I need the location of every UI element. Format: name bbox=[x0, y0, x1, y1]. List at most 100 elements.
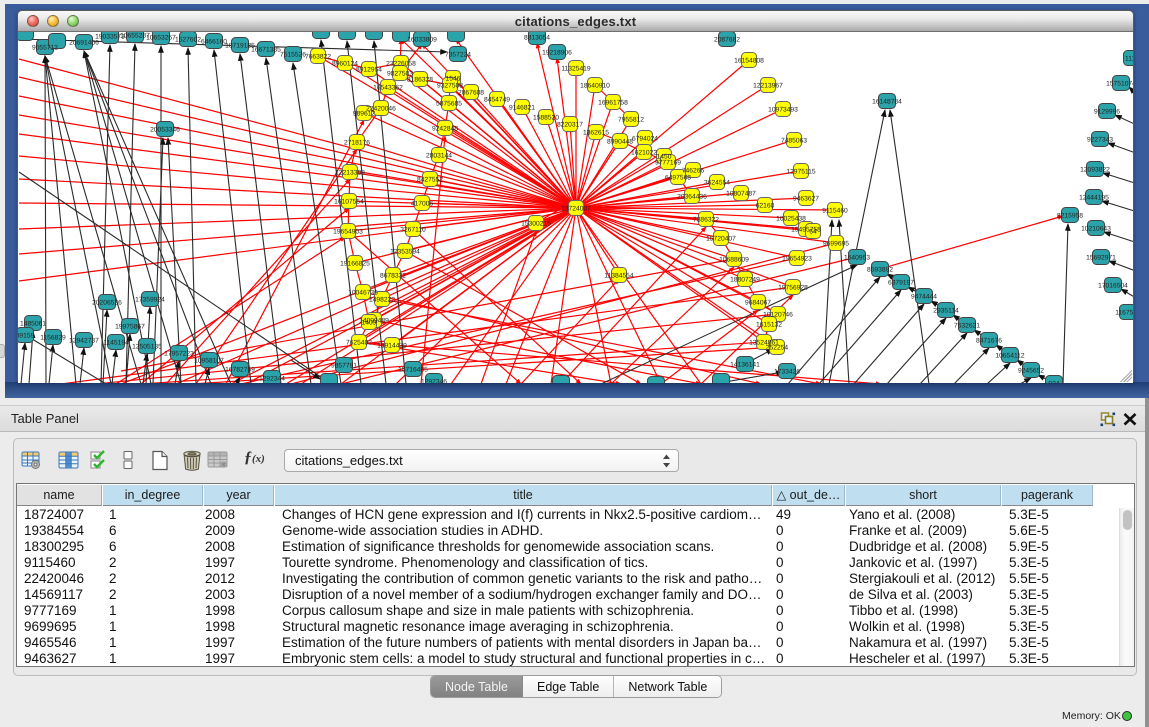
svg-text:9245652: 9245652 bbox=[1018, 368, 1044, 375]
svg-text:6379197: 6379197 bbox=[888, 280, 914, 287]
svg-text:12505135: 12505135 bbox=[132, 344, 162, 351]
svg-text:20364436: 20364436 bbox=[677, 194, 707, 201]
svg-text:20206526: 20206526 bbox=[92, 300, 122, 307]
svg-text:62160: 62160 bbox=[756, 203, 775, 210]
svg-text:12093822: 12093822 bbox=[1080, 167, 1110, 174]
svg-text:1733426: 1733426 bbox=[774, 369, 800, 376]
svg-text:19654903: 19654903 bbox=[333, 229, 363, 236]
svg-text:252254: 252254 bbox=[766, 345, 789, 352]
svg-text:17016504: 17016504 bbox=[1098, 283, 1128, 290]
svg-text:64: 64 bbox=[809, 229, 817, 236]
svg-text:15720407: 15720407 bbox=[706, 236, 736, 243]
svg-text:12213389: 12213389 bbox=[335, 170, 365, 177]
svg-text:1292344: 1292344 bbox=[259, 376, 285, 383]
svg-text:1615132: 1615132 bbox=[756, 322, 782, 329]
svg-text:10807487: 10807487 bbox=[726, 191, 756, 198]
svg-text:9115460: 9115460 bbox=[822, 208, 848, 215]
svg-text:10120746: 10120746 bbox=[763, 312, 793, 319]
svg-text:1588520: 1588520 bbox=[533, 115, 559, 122]
svg-text:9055712: 9055712 bbox=[32, 45, 58, 52]
svg-text:924: 924 bbox=[1048, 381, 1059, 384]
svg-text:7485063: 7485063 bbox=[781, 138, 807, 145]
svg-text:18724007: 18724007 bbox=[561, 206, 591, 213]
svg-text:10025438: 10025438 bbox=[776, 216, 806, 223]
svg-text:10973493: 10973493 bbox=[768, 107, 798, 114]
svg-text:8471676: 8471676 bbox=[976, 338, 1002, 345]
svg-text:1117: 1117 bbox=[1125, 56, 1133, 63]
svg-text:6497568: 6497568 bbox=[665, 175, 691, 182]
svg-text:1362615: 1362615 bbox=[583, 130, 609, 137]
svg-text:8454749: 8454749 bbox=[484, 97, 510, 104]
svg-text:15300215: 15300215 bbox=[521, 221, 551, 228]
svg-text:1546: 1546 bbox=[446, 76, 461, 83]
svg-text:18640910: 18640910 bbox=[580, 83, 610, 90]
svg-text:20691406: 20691406 bbox=[69, 40, 99, 47]
svg-text:17359924: 17359924 bbox=[135, 297, 165, 304]
svg-text:8813054: 8813054 bbox=[524, 35, 550, 42]
svg-text:8186328: 8186328 bbox=[407, 77, 433, 84]
svg-text:6794024: 6794024 bbox=[632, 136, 658, 143]
svg-text:10688609: 10688609 bbox=[719, 257, 749, 264]
svg-text:3624554: 3624554 bbox=[704, 180, 730, 187]
svg-text:1292346: 1292346 bbox=[421, 379, 447, 384]
svg-text:7625402: 7625402 bbox=[346, 340, 372, 347]
svg-text:19975867: 19975867 bbox=[115, 324, 145, 331]
svg-text:7663822: 7663822 bbox=[305, 54, 331, 61]
svg-text:7357224: 7357224 bbox=[445, 52, 471, 59]
svg-text:9146821: 9146821 bbox=[509, 105, 535, 112]
svg-text:19218906: 19218906 bbox=[542, 50, 572, 57]
svg-text:1485061: 1485061 bbox=[20, 321, 46, 328]
svg-text:16782759: 16782759 bbox=[225, 367, 255, 374]
svg-text:10653267: 10653267 bbox=[146, 35, 176, 42]
svg-text:19654923: 19654923 bbox=[782, 256, 812, 263]
svg-text:1498222: 1498222 bbox=[369, 297, 395, 304]
svg-text:2803144: 2803144 bbox=[426, 153, 452, 160]
svg-text:9777169: 9777169 bbox=[655, 160, 681, 167]
svg-text:20053346: 20053346 bbox=[150, 127, 180, 134]
svg-text:12444195: 12444195 bbox=[1079, 195, 1109, 202]
svg-text:989612: 989612 bbox=[353, 111, 376, 118]
svg-text:19756928: 19756928 bbox=[778, 285, 808, 292]
svg-text:417006: 417006 bbox=[411, 201, 434, 208]
svg-text:2867608: 2867608 bbox=[458, 90, 484, 97]
svg-text:10210643: 10210643 bbox=[1081, 226, 1111, 233]
svg-text:19166825: 19166825 bbox=[340, 261, 370, 268]
svg-text:15692971: 15692971 bbox=[1086, 255, 1116, 262]
svg-text:7386322: 7386322 bbox=[693, 217, 719, 224]
svg-text:8990448: 8990448 bbox=[607, 139, 633, 146]
svg-text:10654112: 10654112 bbox=[995, 353, 1025, 360]
svg-text:8678332: 8678332 bbox=[380, 273, 406, 280]
svg-text:18807249: 18807249 bbox=[730, 277, 760, 284]
svg-text:8593892: 8593892 bbox=[867, 267, 893, 274]
svg-text:9474444: 9474444 bbox=[911, 294, 937, 301]
svg-text:746266: 746266 bbox=[682, 168, 705, 175]
svg-text:15716485: 15716485 bbox=[398, 367, 428, 374]
svg-text:6466160: 6466160 bbox=[201, 39, 227, 46]
svg-text:2718176: 2718176 bbox=[344, 140, 370, 147]
svg-text:9699695: 9699695 bbox=[823, 241, 849, 248]
svg-text:16543362: 16543362 bbox=[373, 85, 403, 92]
svg-text:9242848: 9242848 bbox=[432, 126, 458, 133]
svg-text:10046736: 10046736 bbox=[348, 290, 378, 297]
svg-text:16107554: 16107554 bbox=[334, 199, 364, 206]
svg-text:9684067: 9684067 bbox=[745, 300, 771, 307]
svg-text:9857791: 9857791 bbox=[331, 363, 357, 370]
svg-text:1167534: 1167534 bbox=[1115, 310, 1133, 317]
svg-text:8912954: 8912954 bbox=[356, 67, 382, 74]
svg-text:10655287: 10655287 bbox=[120, 33, 150, 40]
svg-text:11325419: 11325419 bbox=[561, 66, 591, 73]
svg-text:12942737: 12942737 bbox=[69, 338, 99, 345]
svg-text:5875685: 5875685 bbox=[436, 101, 462, 108]
svg-text:1640953: 1640953 bbox=[844, 255, 870, 262]
svg-text:16671385: 16671385 bbox=[251, 47, 281, 54]
svg-text:12975115: 12975115 bbox=[786, 169, 816, 176]
svg-text:16961758: 16961758 bbox=[598, 100, 628, 107]
svg-text:7515526: 7515526 bbox=[280, 52, 306, 59]
svg-text:16154808: 16154808 bbox=[734, 58, 764, 65]
svg-text:12213967: 12213967 bbox=[753, 83, 783, 90]
svg-text:8427552: 8427552 bbox=[417, 177, 443, 184]
svg-text:12353594: 12353594 bbox=[390, 249, 420, 256]
svg-text:7955812: 7955812 bbox=[618, 117, 644, 124]
svg-text:1527602: 1527602 bbox=[175, 37, 201, 44]
svg-text:23226058: 23226058 bbox=[386, 61, 416, 68]
